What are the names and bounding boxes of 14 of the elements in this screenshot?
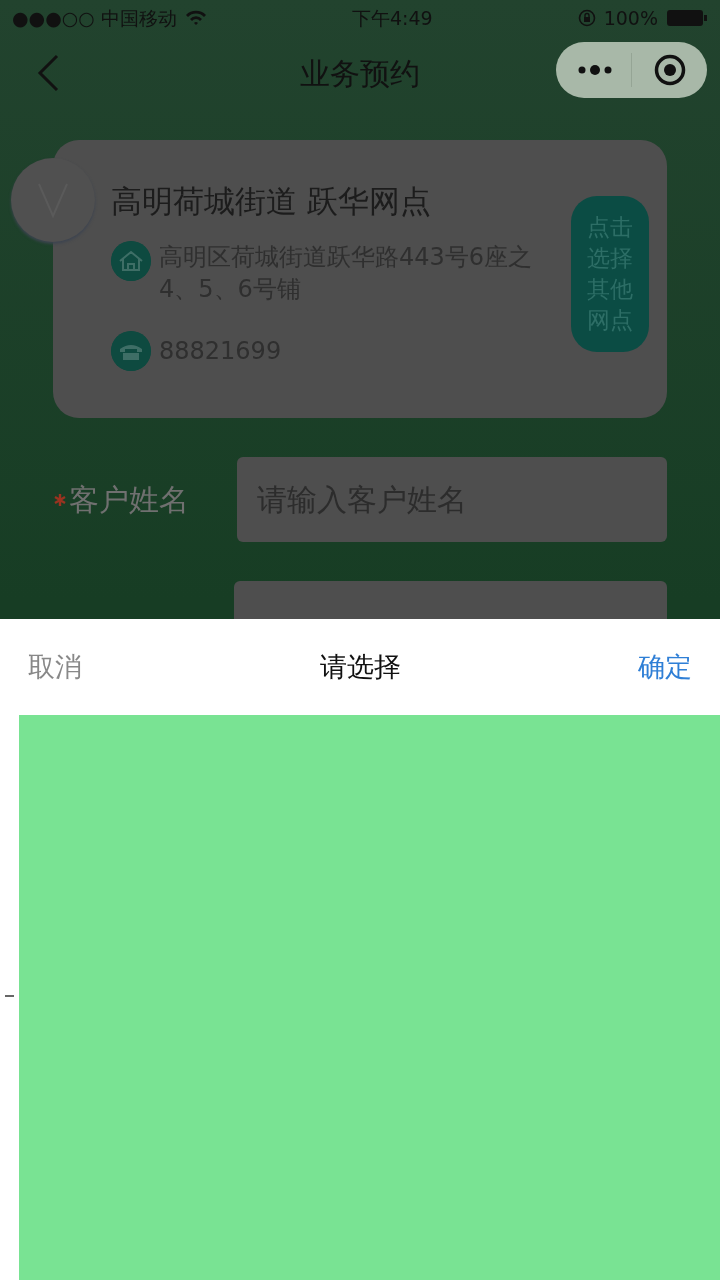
input-field[interactable] [234,581,667,621]
wifi-icon [184,10,207,26]
rotation-lock-icon [577,9,596,27]
field-label: 客户姓名 [69,481,190,519]
picker-title: 请选择 [319,649,401,684]
battery-icon [666,9,708,27]
house-icon [111,240,151,281]
close-icon[interactable] [654,54,687,86]
phone-icon [111,331,151,372]
more-icon[interactable] [576,64,613,76]
cancel-button[interactable]: 取消 [28,646,82,688]
capsule-menu[interactable] [556,42,707,98]
confirm-button[interactable]: 确定 [638,646,692,688]
dash-mark [5,995,14,997]
